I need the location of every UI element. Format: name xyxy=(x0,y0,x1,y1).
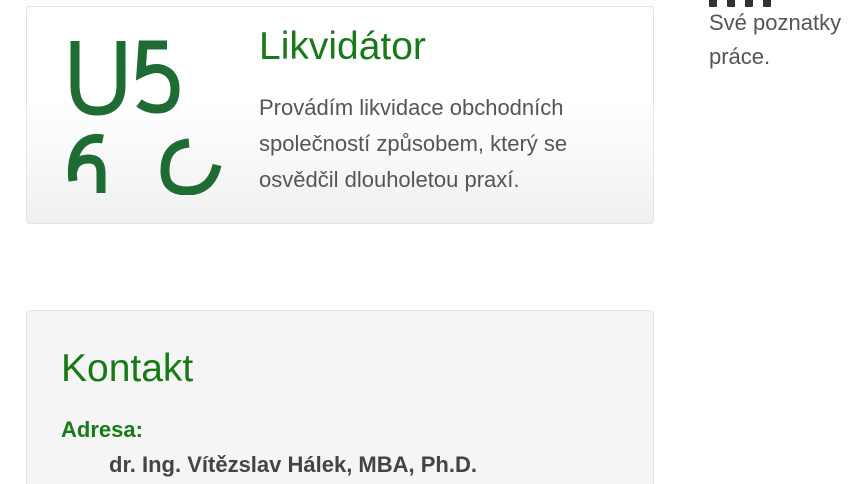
u56-logo-icon xyxy=(67,40,222,195)
contact-title: Kontakt xyxy=(61,347,194,390)
liquidator-card: Likvidátor Provádím likvidace obchodních… xyxy=(26,6,654,224)
contact-name: dr. Ing. Vítězslav Hálek, MBA, Ph.D. xyxy=(109,452,477,477)
address-label: Adresa: xyxy=(61,417,143,442)
contact-card: Kontakt Adresa: dr. Ing. Vítězslav Hálek… xyxy=(26,310,654,484)
liquidator-description: Provádím likvidace obchodních společnost… xyxy=(259,95,568,192)
page: Likvidátor Provádím likvidace obchodních… xyxy=(0,0,861,484)
side-text-block: Své poznatky práce. xyxy=(709,0,861,80)
liquidator-title: Likvidátor xyxy=(259,25,426,68)
side-text: Své poznatky práce. xyxy=(709,10,842,69)
cut-off-text-fragment xyxy=(709,0,859,7)
